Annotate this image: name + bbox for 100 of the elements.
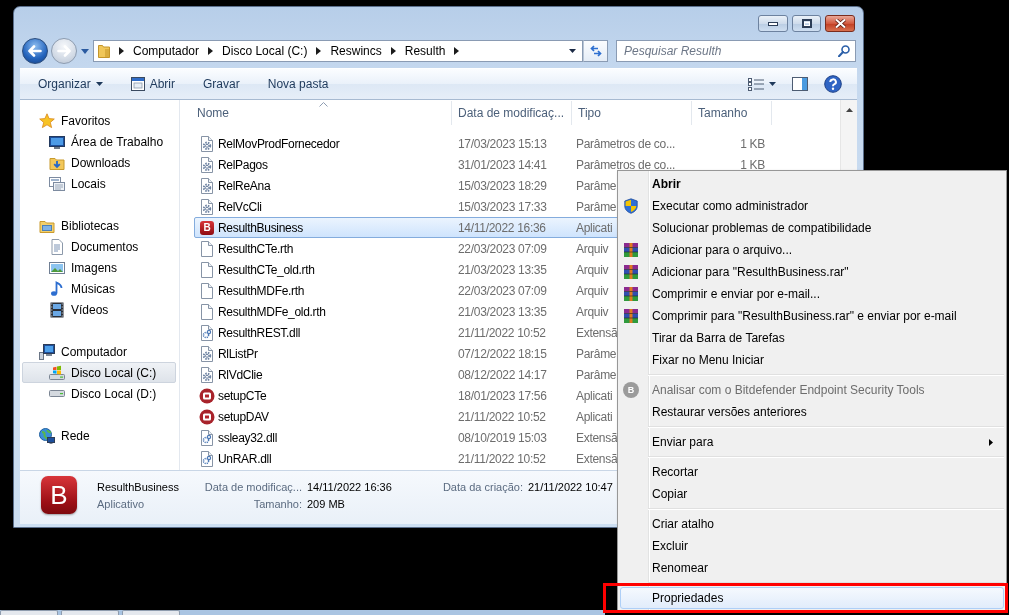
file-name: ssleay32.dll — [218, 430, 278, 445]
caret-right-icon[interactable] — [119, 47, 124, 55]
file-type: Aplicativo — [97, 497, 146, 510]
modified-date: 08/12/2022 14:17 — [458, 367, 547, 382]
nav-item[interactable]: Locais — [22, 173, 176, 194]
folder-icon — [98, 44, 110, 58]
menu-item[interactable]: Comprimir para "ResulthBusiness.rar" e enviar por e-mail — [620, 305, 1004, 327]
column-header[interactable]: Nome — [194, 101, 452, 125]
menu-item[interactable]: Enviar para — [620, 431, 1004, 453]
file-type: Arquiv — [576, 283, 609, 298]
refresh-button[interactable] — [583, 40, 608, 62]
menu-item[interactable]: Recortar — [620, 461, 1004, 483]
help-icon — [824, 75, 842, 93]
blank-file-icon — [199, 240, 215, 257]
nav-item[interactable]: Downloads — [22, 152, 176, 173]
field-label: Tamanho: — [253, 497, 302, 510]
file-type: Parâme — [576, 367, 617, 382]
nav-item[interactable]: Computador — [22, 341, 176, 362]
file-type: Arquiv — [576, 262, 609, 277]
search-field[interactable]: Pesquisar Resulth — [616, 40, 856, 62]
file-name: RelMovProdFornecedor — [218, 136, 340, 151]
caret-down-icon[interactable] — [569, 49, 576, 53]
nav-item[interactable]: Músicas — [22, 278, 176, 299]
file-name: ResulthMDFe_old.rth — [218, 304, 326, 319]
menu-item[interactable]: Executar como administrador — [620, 195, 1004, 217]
breadcrumb[interactable]: Disco Local (C:) — [222, 44, 308, 58]
nav-item[interactable]: Rede — [22, 425, 176, 446]
breadcrumb[interactable]: Reswincs — [330, 44, 382, 58]
column-header[interactable]: Data de modificaç... — [452, 101, 572, 125]
stacked-books-icon — [623, 264, 639, 280]
menu-item[interactable]: Renomear — [620, 557, 1004, 579]
nav-item[interactable]: Imagens — [22, 257, 176, 278]
menu-item[interactable]: Comprimir e enviar por e-mail... — [620, 283, 1004, 305]
nav-item[interactable]: Vídeos — [22, 299, 176, 320]
toolbar-button[interactable]: Gravar — [195, 72, 248, 96]
menu-item[interactable]: Abrir — [620, 173, 1004, 195]
scroll-up-icon[interactable] — [845, 108, 853, 112]
nav-item[interactable]: Disco Local (D:) — [22, 383, 176, 404]
menu-item[interactable]: Criar atalho — [620, 513, 1004, 535]
nav-item[interactable]: Disco Local (C:) — [22, 362, 176, 383]
caret-right-icon[interactable] — [316, 47, 322, 55]
minimize-button[interactable] — [758, 15, 788, 32]
file-row[interactable]: RelMovProdFornecedor 17/03/2023 15:13 Parâmetros de co... 1 KB — [194, 133, 772, 154]
breadcrumb[interactable]: Resulth — [404, 44, 446, 58]
gear-file-icon — [199, 366, 215, 383]
gear-file-icon — [199, 198, 215, 215]
nav-item[interactable]: Bibliotecas — [22, 215, 176, 236]
file-type: Arquiv — [576, 241, 609, 256]
drive-icon — [49, 390, 65, 397]
maximize-button[interactable] — [792, 15, 821, 32]
nav-item[interactable]: Favoritos — [22, 110, 176, 131]
file-name: ResulthCTe.rth — [218, 241, 294, 256]
caret-right-icon[interactable] — [208, 47, 214, 55]
file-name: ResulthBusiness — [97, 480, 180, 493]
file-type: Extensã — [576, 430, 618, 445]
menu-item[interactable]: Excluir — [620, 535, 1004, 557]
picture-icon — [49, 259, 65, 276]
file-name: ResulthREST.dll — [218, 325, 301, 340]
preview-pane-icon — [792, 77, 808, 91]
arrow-left-icon — [28, 45, 42, 57]
close-button[interactable] — [825, 15, 855, 32]
back-button[interactable] — [22, 38, 48, 64]
modified-date: 22/03/2023 07:09 — [458, 241, 547, 256]
column-header[interactable]: Tipo — [572, 101, 692, 125]
modified-date: 21/11/2022 10:52 — [458, 325, 546, 340]
column-header[interactable]: Tamanho — [692, 101, 772, 125]
modified-date: 21/03/2023 13:35 — [458, 304, 547, 319]
file-name: RelPagos — [218, 157, 268, 172]
caret-right-icon[interactable] — [390, 47, 396, 55]
menu-item[interactable]: Adicionar para o arquivo... — [620, 239, 1004, 261]
search-icon[interactable] — [838, 45, 850, 57]
nav-item[interactable]: Documentos — [22, 236, 176, 257]
nav-item[interactable]: Área de Trabalho — [22, 131, 176, 152]
address-bar[interactable]: Computador Disco Local (C:) Reswincs Resulth — [93, 40, 583, 62]
field-value: 14/11/2022 16:36 — [307, 480, 392, 493]
gears-file-icon — [199, 324, 215, 341]
file-name: RelVcCli — [218, 199, 262, 214]
menu-item[interactable]: Adicionar para "ResulthBusiness.rar" — [620, 261, 1004, 283]
stacked-books-icon — [623, 308, 639, 324]
file-type: Parâme — [576, 199, 617, 214]
toolbar-button[interactable]: Abrir — [122, 72, 184, 96]
breadcrumb[interactable]: Computador — [133, 44, 200, 58]
caret-right-icon[interactable] — [454, 47, 460, 55]
stacked-books-icon — [623, 286, 639, 302]
file-name: UnRAR.dll — [218, 451, 272, 466]
menu-item[interactable]: Copiar — [620, 483, 1004, 505]
file-type: Parâme — [576, 346, 617, 361]
arrow-right-icon — [57, 45, 71, 57]
app-logo: B — [41, 476, 77, 514]
toolbar-button[interactable]: Organizar — [30, 72, 111, 96]
blank-file-icon — [199, 282, 215, 299]
file-type: Extensã — [576, 451, 618, 466]
file-row[interactable]: RelPagos 31/01/2023 14:41 Parâmetros de co... 1 KB — [194, 154, 772, 175]
toolbar-button[interactable]: Nova pasta — [259, 72, 337, 96]
menu-item[interactable]: Tirar da Barra de Tarefas — [620, 327, 1004, 349]
menu-item[interactable]: Restaurar versões anteriores — [620, 401, 1004, 423]
program-window-icon — [130, 77, 145, 91]
gear-file-icon — [199, 156, 215, 173]
shield-icon — [623, 198, 639, 214]
gear-file-icon — [199, 135, 215, 152]
